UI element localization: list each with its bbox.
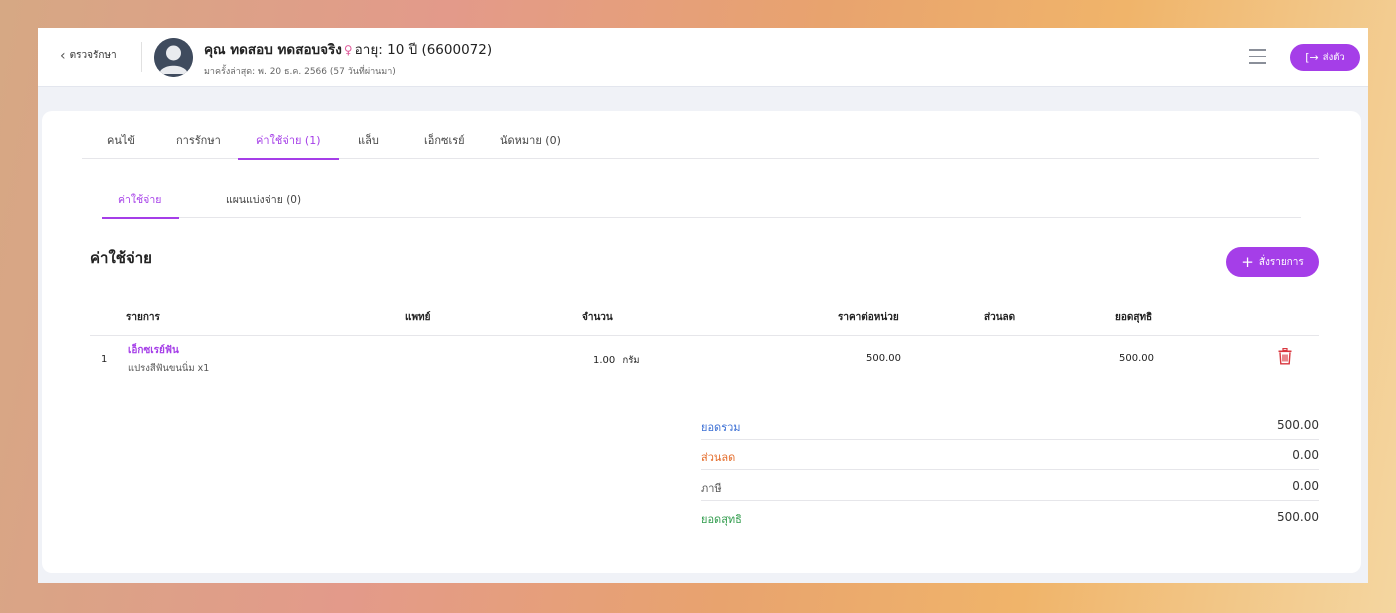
quantity-value: 1.00 <box>593 355 616 366</box>
expense-card: คนไข้ การรักษา ค่าใช้จ่าย (1) แล็บ เอ็กซ… <box>42 111 1361 573</box>
plus-icon: + <box>1241 253 1254 271</box>
summary-total-value: 500.00 <box>1277 418 1319 432</box>
main-tabs: คนไข้ การรักษา ค่าใช้จ่าย (1) แล็บ เอ็กซ… <box>82 131 1319 160</box>
sub-tabs: ค่าใช้จ่าย แผนแบ่งจ่าย (0) <box>101 191 1301 219</box>
checkout-label: ส่งตัว <box>1322 52 1345 63</box>
tab-expenses[interactable]: ค่าใช้จ่าย (1) <box>238 131 338 160</box>
checkout-button[interactable]: [→ ส่งตัว <box>1290 44 1360 71</box>
col-header-quantity: จำนวน <box>582 312 613 323</box>
tab-lab[interactable]: แล็บ <box>358 131 379 158</box>
row-unit-price: 500.00 <box>866 353 901 364</box>
last-visit-text: มาครั้งล่าสุด: พ. 20 ธ.ค. 2566 (57 วันที… <box>204 67 396 77</box>
tab-xray[interactable]: เอ็กซเรย์ <box>424 131 465 158</box>
row-index: 1 <box>101 354 108 365</box>
avatar <box>154 38 193 77</box>
patient-fullname: คุณ ทดสอบ ทดสอบจริง <box>204 42 342 58</box>
col-header-discount: ส่วนลด <box>984 312 1016 323</box>
order-item-button[interactable]: + สั่งรายการ <box>1226 247 1319 277</box>
quantity-unit: กรัม <box>622 355 640 366</box>
back-label: ตรวจรักษา <box>69 50 117 61</box>
summary-tax-label: ภาษี <box>701 482 722 495</box>
col-header-net: ยอดสุทธิ <box>1115 312 1153 323</box>
patient-age: อายุ: 10 ปี (6600072) <box>354 42 493 58</box>
female-icon: ♀ <box>343 43 353 57</box>
item-name-link[interactable]: เอ็กซเรย์ฟัน <box>128 343 179 358</box>
summary-discount-row: ส่วนลด 0.00 <box>701 440 1319 470</box>
col-header-doctor: แพทย์ <box>405 312 431 323</box>
section-title: ค่าใช้จ่าย <box>90 249 152 267</box>
subtab-installment-plan[interactable]: แผนแบ่งจ่าย (0) <box>226 191 301 217</box>
tab-patient[interactable]: คนไข้ <box>107 131 135 158</box>
app-window: ‹ ตรวจรักษา คุณ ทดสอบ ทดสอบจริง ♀ อายุ: 10… <box>38 28 1368 583</box>
summary-discount-label: ส่วนลด <box>701 451 736 464</box>
back-button[interactable]: ‹ ตรวจรักษา <box>60 48 117 63</box>
sign-out-icon: [→ <box>1305 51 1319 64</box>
summary-total-label: ยอดรวม <box>701 421 741 434</box>
summary-discount-value: 0.00 <box>1292 448 1319 462</box>
patient-header: ‹ ตรวจรักษา คุณ ทดสอบ ทดสอบจริง ♀ อายุ: 10… <box>38 28 1368 87</box>
summary-total-row: ยอดรวม 500.00 <box>701 410 1319 440</box>
table-header-divider <box>90 335 1319 336</box>
hamburger-menu-icon[interactable] <box>1249 49 1266 64</box>
tab-appointments[interactable]: นัดหมาย (0) <box>500 131 561 158</box>
summary-net-row: ยอดสุทธิ 500.00 <box>701 502 1319 532</box>
summary-net-value: 500.00 <box>1277 510 1319 524</box>
chevron-left-icon: ‹ <box>60 47 66 64</box>
divider <box>141 42 142 72</box>
tab-treatment[interactable]: การรักษา <box>176 131 221 158</box>
summary-tax-value: 0.00 <box>1292 479 1319 493</box>
summary-tax-row: ภาษี 0.00 <box>701 471 1319 501</box>
row-net: 500.00 <box>1119 353 1154 364</box>
row-quantity: 1.00 กรัม <box>593 353 640 368</box>
subtab-expenses[interactable]: ค่าใช้จ่าย <box>101 191 180 219</box>
item-detail: แปรงสีฟันขนนิ่ม x1 <box>128 363 210 374</box>
trash-icon[interactable] <box>1278 347 1292 365</box>
summary-net-label: ยอดสุทธิ <box>701 513 742 526</box>
col-header-item: รายการ <box>126 312 160 323</box>
order-item-label: สั่งรายการ <box>1258 256 1304 268</box>
patient-name: คุณ ทดสอบ ทดสอบจริง ♀ อายุ: 10 ปี (6600072… <box>204 38 492 60</box>
col-header-unit-price: ราคาต่อหน่วย <box>838 312 899 323</box>
